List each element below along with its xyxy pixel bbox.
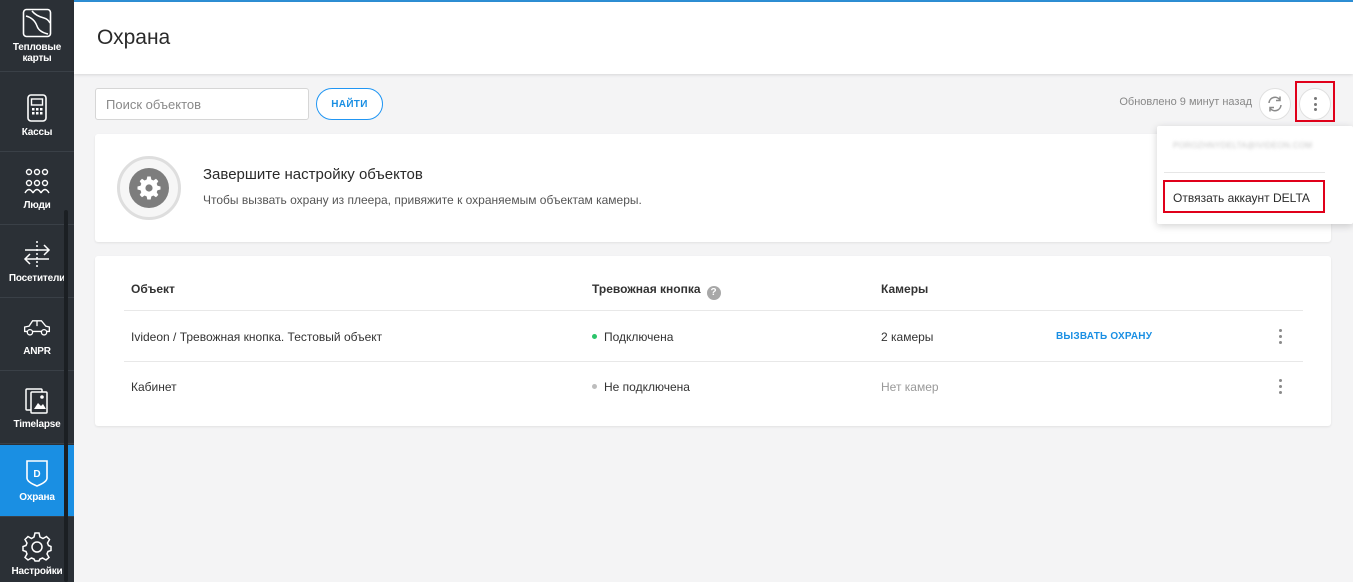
visitors-arrows-icon <box>22 239 52 269</box>
car-icon <box>22 312 52 342</box>
sidebar-item-label: Настройки <box>11 565 63 577</box>
account-dropdown-menu: POROZHNYDELTA@IVIDEON.COM Отвязать аккау… <box>1157 126 1353 224</box>
sidebar-item-people[interactable]: Люди <box>0 153 74 225</box>
sidebar-item-label: Люди <box>23 200 51 211</box>
alarm-status: Не подключена <box>592 380 690 394</box>
heatmap-icon <box>22 8 52 38</box>
timelapse-icon <box>22 385 52 415</box>
row-menu-icon[interactable] <box>1272 326 1288 346</box>
sidebar-item-timelapse[interactable]: Timelapse <box>0 372 74 444</box>
status-dot <box>592 384 597 389</box>
sidebar-item-visitors[interactable]: Посетители <box>0 226 74 298</box>
sidebar-item-label: ANPR <box>23 346 51 357</box>
alarm-status-text: Не подключена <box>604 380 690 394</box>
cameras-count: Нет камер <box>881 380 939 394</box>
call-security-button[interactable]: ВЫЗВАТЬ ОХРАНУ <box>1056 331 1152 342</box>
column-header-object: Объект <box>131 282 175 296</box>
sidebar-item-label: Кассы <box>21 127 53 138</box>
account-email: POROZHNYDELTA@IVIDEON.COM <box>1173 141 1313 150</box>
cash-register-icon <box>22 93 52 123</box>
sidebar-item-label: Посетители <box>8 273 66 284</box>
column-header-cameras: Камеры <box>881 282 929 296</box>
objects-table: Объект Тревожная кнопка? Камеры Ivideon … <box>95 256 1331 426</box>
row-divider <box>124 310 1303 311</box>
setup-title: Завершите настройку объектов <box>203 166 423 183</box>
sidebar-item-anpr[interactable]: ANPR <box>0 299 74 371</box>
unlink-delta-account-item[interactable]: Отвязать аккаунт DELTA <box>1173 191 1310 205</box>
sidebar-item-label: Тепловые карты <box>12 41 62 64</box>
sidebar-item-label: Timelapse <box>13 419 61 430</box>
status-dot <box>592 334 597 339</box>
sidebar-item-settings[interactable]: Настройки <box>0 518 74 582</box>
object-name[interactable]: Кабинет <box>131 380 177 394</box>
sidebar-item-security[interactable]: D Охрана <box>0 445 74 517</box>
gear-icon <box>22 531 52 562</box>
updated-status: Обновлено 9 минут назад <box>1119 96 1252 108</box>
sidebar: Тепловые карты Кассы Люди Посетители ANP… <box>0 0 74 582</box>
sidebar-item-cash[interactable]: Кассы <box>0 80 74 152</box>
sidebar-scrollbar[interactable] <box>64 210 68 582</box>
refresh-button[interactable] <box>1259 88 1291 120</box>
more-options-button[interactable] <box>1299 88 1331 120</box>
row-menu-icon[interactable] <box>1272 376 1288 396</box>
help-icon[interactable]: ? <box>706 285 721 300</box>
object-name[interactable]: Ivideon / Тревожная кнопка. Тестовый объ… <box>131 330 382 344</box>
cameras-count: 2 камеры <box>881 330 934 344</box>
setup-gear-badge <box>117 156 181 220</box>
svg-text:D: D <box>33 469 40 480</box>
page-title: Охрана <box>97 26 171 49</box>
column-header-alarm-label: Тревожная кнопка <box>592 282 701 296</box>
setup-notice-card: Завершите настройку объектов Чтобы вызва… <box>95 134 1331 242</box>
sidebar-item-label: Охрана <box>19 492 55 503</box>
kebab-menu-icon <box>1313 97 1317 111</box>
page-header: Охрана <box>74 2 1353 74</box>
settings-gear-icon <box>129 168 169 208</box>
sidebar-item-heatmaps[interactable]: Тепловые карты <box>0 0 74 72</box>
refresh-icon <box>1266 95 1284 113</box>
alarm-status-text: Подключена <box>604 330 674 344</box>
setup-description: Чтобы вызвать охрану из плеера, привяжит… <box>203 193 642 207</box>
alarm-status: Подключена <box>592 330 673 344</box>
shield-d-icon: D <box>22 458 52 488</box>
menu-divider <box>1164 172 1325 173</box>
column-header-alarm: Тревожная кнопка? <box>592 282 721 300</box>
search-input[interactable] <box>95 88 309 120</box>
row-divider <box>124 361 1303 362</box>
people-icon <box>22 166 52 196</box>
find-button[interactable]: НАЙТИ <box>316 88 383 120</box>
